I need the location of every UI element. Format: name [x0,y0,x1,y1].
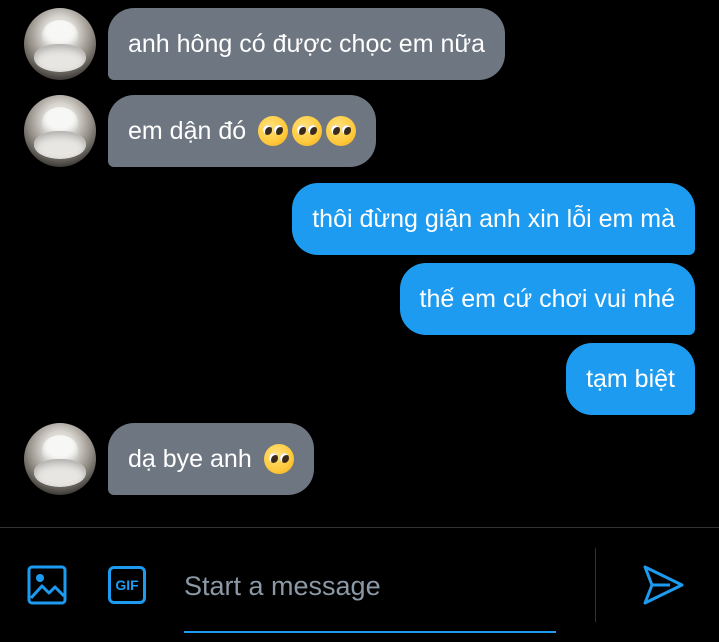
message-text: em dận đó [128,116,247,145]
message-text: tạm biệt [586,364,675,393]
message-input[interactable] [184,558,554,614]
image-icon [27,565,67,605]
message-text: anh hông có được chọc em nữa [128,29,486,58]
pleading-face-emoji-icon [326,116,357,146]
pleading-face-emoji-icon [263,444,294,474]
avatar[interactable] [24,423,96,495]
message-bubble-incoming[interactable]: anh hông có được chọc em nữa [108,8,506,80]
conversation-thread: anh hông có được chọc em nữa em dận đó t… [0,0,719,528]
add-gif-button[interactable]: GIF [106,564,148,606]
add-media-button[interactable] [26,564,68,606]
input-focus-underline [184,631,556,633]
message-text: dạ bye anh [128,444,252,473]
message-bubble-incoming[interactable]: dạ bye anh [108,423,314,495]
message-input-wrapper [184,558,554,618]
send-button[interactable] [640,562,686,608]
composer-separator [595,548,596,622]
message-bubble-incoming[interactable]: em dận đó [108,95,377,167]
send-icon [643,565,684,605]
message-composer: GIF [0,528,719,642]
pleading-face-emoji-icon [292,116,323,146]
message-bubble-outgoing[interactable]: thôi đừng giận anh xin lỗi em mà [292,183,695,255]
message-bubble-outgoing[interactable]: tạm biệt [566,343,695,415]
message-text: thế em cứ chơi vui nhé [419,284,675,313]
message-text: thôi đừng giận anh xin lỗi em mà [312,204,675,233]
avatar[interactable] [24,8,96,80]
pleading-face-emoji-icon [258,116,289,146]
message-bubble-outgoing[interactable]: thế em cứ chơi vui nhé [399,263,695,335]
gif-icon: GIF [108,566,146,604]
avatar[interactable] [24,95,96,167]
